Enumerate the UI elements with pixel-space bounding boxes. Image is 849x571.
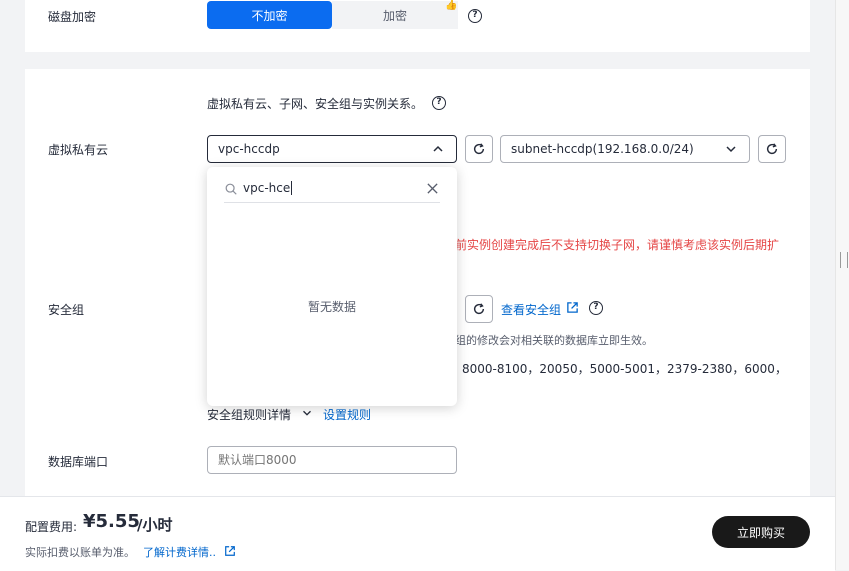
external-link-icon[interactable]: [566, 301, 579, 314]
price: ¥5.55: [83, 511, 140, 532]
vpc-description: 虚拟私有云、子网、安全组与实例关系。: [207, 97, 424, 111]
billing-note: 实际扣费以账单为准。: [25, 546, 135, 559]
vpc-search-input[interactable]: vpc-hce: [243, 181, 293, 195]
refresh-icon: [473, 143, 485, 155]
no-encrypt-button[interactable]: 不加密: [207, 1, 332, 29]
chevron-down-icon: [726, 146, 736, 153]
help-icon[interactable]: ?: [468, 9, 482, 23]
vpc-search-value: vpc-hce: [243, 181, 291, 195]
subnet-select[interactable]: subnet-hccdp(192.168.0.0/24): [500, 135, 750, 163]
help-icon[interactable]: ?: [589, 301, 603, 315]
dropdown-empty-text: 暂无数据: [307, 300, 356, 314]
external-link-icon[interactable]: [224, 545, 236, 557]
subnet-refresh-button[interactable]: [758, 135, 786, 163]
chevron-down-icon[interactable]: [300, 406, 314, 420]
scrollbar-grip[interactable]: [840, 252, 848, 268]
view-security-group-link[interactable]: 查看安全组: [501, 301, 561, 318]
rules-detail-toggle[interactable]: 安全组规则详情: [207, 406, 291, 423]
subnet-select-value: subnet-hccdp(192.168.0.0/24): [511, 142, 694, 156]
clear-icon[interactable]: [426, 182, 439, 195]
security-group-refresh-button[interactable]: [465, 295, 493, 323]
cost-label: 配置费用:: [25, 520, 78, 534]
subnet-warning: 前实例创建完成后不支持切换子网，请谨慎考虑该实例后期扩: [455, 238, 780, 252]
db-port-label: 数据库端口: [48, 455, 109, 469]
buy-now-button[interactable]: 立即购买: [712, 516, 810, 548]
price-unit: /小时: [137, 516, 173, 534]
divider: [224, 202, 440, 203]
thumbs-up-icon: 👍: [445, 0, 458, 11]
refresh-icon: [766, 143, 778, 155]
search-icon: [225, 183, 237, 195]
security-group-ports: 、8000-8100，20050，5000-5001，2379-2380，600…: [450, 362, 787, 376]
help-icon[interactable]: ?: [432, 96, 446, 110]
billing-details-link[interactable]: 了解计费详情..: [143, 544, 216, 560]
vpc-refresh-button[interactable]: [465, 135, 493, 163]
encrypt-button[interactable]: 加密: [332, 1, 458, 29]
disk-encryption-label: 磁盘加密: [48, 10, 97, 24]
vpc-label: 虚拟私有云: [48, 143, 109, 157]
vpc-select-value: vpc-hccdp: [218, 142, 280, 156]
security-group-label: 安全组: [48, 303, 85, 317]
chevron-up-icon: [433, 145, 443, 152]
vpc-dropdown: vpc-hce 暂无数据: [207, 167, 457, 406]
scrollbar[interactable]: [835, 0, 849, 570]
db-port-input[interactable]: [207, 446, 457, 474]
vpc-select[interactable]: vpc-hccdp: [207, 135, 457, 163]
refresh-icon: [473, 303, 485, 315]
set-rules-link[interactable]: 设置规则: [323, 406, 371, 423]
security-group-note: 组的修改会对相关联的数据库立即生效。: [455, 334, 653, 347]
